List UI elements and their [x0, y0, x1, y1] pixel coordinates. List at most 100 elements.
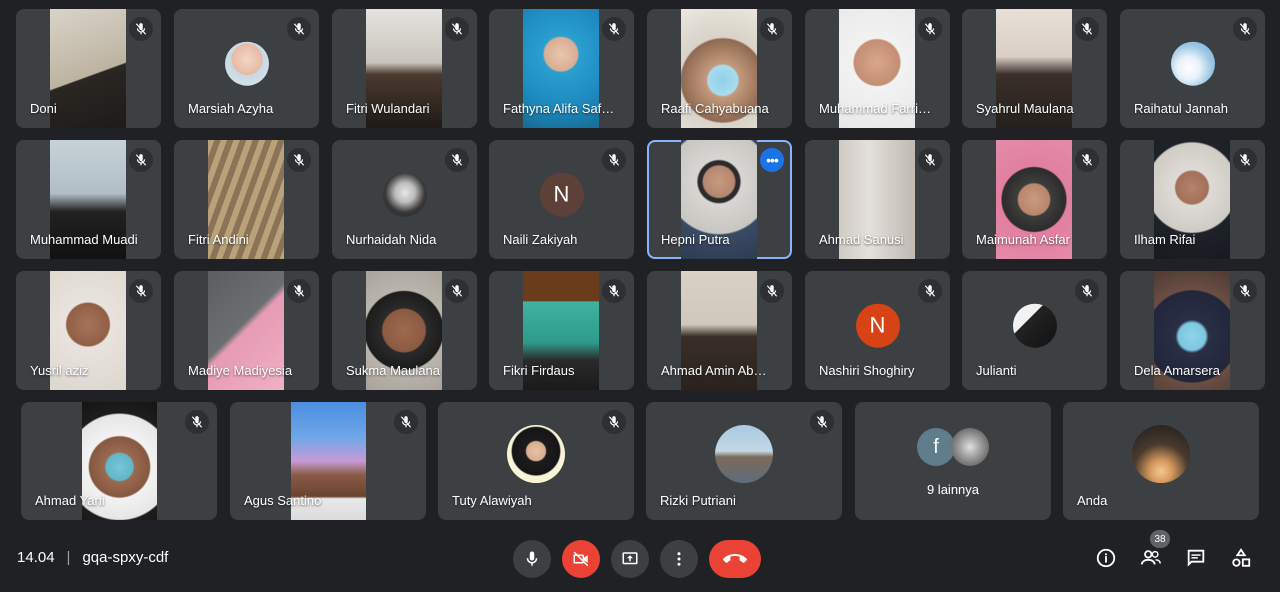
participant-tile[interactable]: Fitri Andini [174, 140, 319, 259]
participant-tile[interactable]: Raafi Cahyabuana [647, 9, 792, 128]
participant-name: Madiye Madiyesia [188, 363, 293, 378]
participant-tile-speaking[interactable]: ••• Hepni Putra [647, 140, 792, 259]
avatar [1012, 303, 1057, 348]
participant-name: Fathyna Alifa Saf… [503, 101, 615, 116]
participant-name: Doni [30, 101, 57, 116]
avatar: N [855, 303, 900, 348]
mic-off-icon [918, 148, 942, 172]
others-avatars: f [917, 428, 989, 466]
participant-tile[interactable]: Ahmad Sanusi [805, 140, 950, 259]
participant-name: Hepni Putra [661, 232, 730, 247]
self-tile[interactable]: Anda [1063, 402, 1259, 520]
participant-tile[interactable]: Julianti [962, 271, 1107, 390]
mic-off-icon [129, 279, 153, 303]
participant-count-badge: 38 [1150, 530, 1170, 548]
avatar [224, 41, 269, 86]
participant-tile[interactable]: N Nashiri Shoghiry [805, 271, 950, 390]
participant-tile[interactable]: Muhammad Muadi [16, 140, 161, 259]
mic-off-icon [445, 148, 469, 172]
participant-name: Yusril aziz [30, 363, 89, 378]
people-icon [1140, 550, 1161, 565]
participant-name: Ahmad Sanusi [819, 232, 904, 247]
participant-name: Naili Zakiyah [503, 232, 578, 247]
participant-grid: Doni Marsiah Azyha Fitri Wulandari Fathy… [0, 0, 1280, 530]
participant-tile[interactable]: Marsiah Azyha [174, 9, 319, 128]
mic-off-icon [1233, 17, 1257, 41]
participant-tile[interactable]: Yusril aziz [16, 271, 161, 390]
meeting-details-button[interactable] [1092, 544, 1120, 572]
participant-tile[interactable]: Rizki Putriani [646, 402, 842, 520]
participant-name: Sukma Maulana [346, 363, 440, 378]
participant-name: Muhammad Farri… [819, 101, 931, 116]
participant-name: Fikri Firdaus [503, 363, 575, 378]
hang-up-icon [723, 554, 747, 563]
mic-off-icon [287, 279, 311, 303]
participant-tile[interactable]: Nurhaidah Nida [332, 140, 477, 259]
participant-tile[interactable]: Madiye Madiyesia [174, 271, 319, 390]
participant-name: Ahmad Yani [35, 493, 105, 508]
participant-name: Anda [1077, 493, 1108, 508]
mic-off-icon [1075, 148, 1099, 172]
participant-name: Julianti [976, 363, 1017, 378]
activities-button[interactable] [1227, 544, 1255, 572]
present-button[interactable] [611, 540, 649, 578]
participant-tile[interactable]: Fikri Firdaus [489, 271, 634, 390]
participants-button[interactable] [1137, 544, 1165, 572]
more-options-icon[interactable]: ••• [760, 148, 784, 172]
participant-name: Nashiri Shoghiry [819, 363, 915, 378]
participant-tile[interactable]: Syahrul Maulana [962, 9, 1107, 128]
participant-name: Raafi Cahyabuana [661, 101, 769, 116]
participant-tile[interactable]: Dela Amarsera [1120, 271, 1265, 390]
participant-name: Raihatul Jannah [1134, 101, 1228, 116]
mic-off-icon [445, 17, 469, 41]
participant-tile[interactable]: Tuty Alawiyah [438, 402, 634, 520]
participant-tile[interactable]: Maimunah Asfar [962, 140, 1107, 259]
mic-off-icon [760, 17, 784, 41]
mic-icon [526, 551, 538, 566]
meeting-code: gqa-spxy-cdf [82, 549, 169, 566]
mic-off-icon [918, 17, 942, 41]
avatar [1132, 425, 1190, 484]
leave-call-button[interactable] [709, 540, 761, 578]
chat-button[interactable] [1182, 544, 1210, 572]
participant-tile[interactable]: Sukma Maulana [332, 271, 477, 390]
mic-button[interactable] [513, 540, 551, 578]
participant-name: Agus Santino [244, 493, 322, 508]
meeting-info: 14.04 | gqa-spxy-cdf [17, 549, 168, 566]
mic-off-icon [394, 410, 418, 434]
mic-off-icon [602, 410, 626, 434]
mic-off-icon [602, 148, 626, 172]
participant-tile[interactable]: Doni [16, 9, 161, 128]
participant-tile[interactable]: Fitri Wulandari [332, 9, 477, 128]
mic-off-icon [1233, 148, 1257, 172]
participant-tile[interactable]: Ahmad Yani [21, 402, 217, 520]
avatar [715, 425, 773, 484]
mic-off-icon [602, 279, 626, 303]
participant-tile[interactable]: Fathyna Alifa Saf… [489, 9, 634, 128]
participant-tile[interactable]: N Naili Zakiyah [489, 140, 634, 259]
mic-off-icon [287, 17, 311, 41]
mic-off-icon [129, 17, 153, 41]
camera-off-button[interactable] [562, 540, 600, 578]
others-count-label: 9 lainnya [926, 482, 980, 497]
avatar: N [539, 172, 584, 217]
activities-icon [1232, 548, 1251, 567]
mic-off-icon [602, 17, 626, 41]
mic-off-icon [918, 279, 942, 303]
more-options-button[interactable] [660, 540, 698, 578]
meeting-time: 14.04 [17, 549, 55, 566]
video-feed [50, 9, 126, 128]
participant-tile[interactable]: Muhammad Farri… [805, 9, 950, 128]
mic-off-icon [810, 410, 834, 434]
bottom-bar: 14.04 | gqa-spxy-cdf [0, 530, 1280, 592]
participant-tile[interactable]: Raihatul Jannah [1120, 9, 1265, 128]
participant-name: Ahmad Amin Ab… [661, 363, 767, 378]
avatar: f [917, 428, 955, 466]
participant-tile[interactable]: Ahmad Amin Ab… [647, 271, 792, 390]
participant-tile[interactable]: Ilham Rifai [1120, 140, 1265, 259]
participant-name: Marsiah Azyha [188, 101, 274, 116]
mic-off-icon [287, 148, 311, 172]
others-tile[interactable]: f 9 lainnya [855, 402, 1051, 520]
chat-icon [1187, 549, 1205, 567]
participant-tile[interactable]: Agus Santino [230, 402, 426, 520]
